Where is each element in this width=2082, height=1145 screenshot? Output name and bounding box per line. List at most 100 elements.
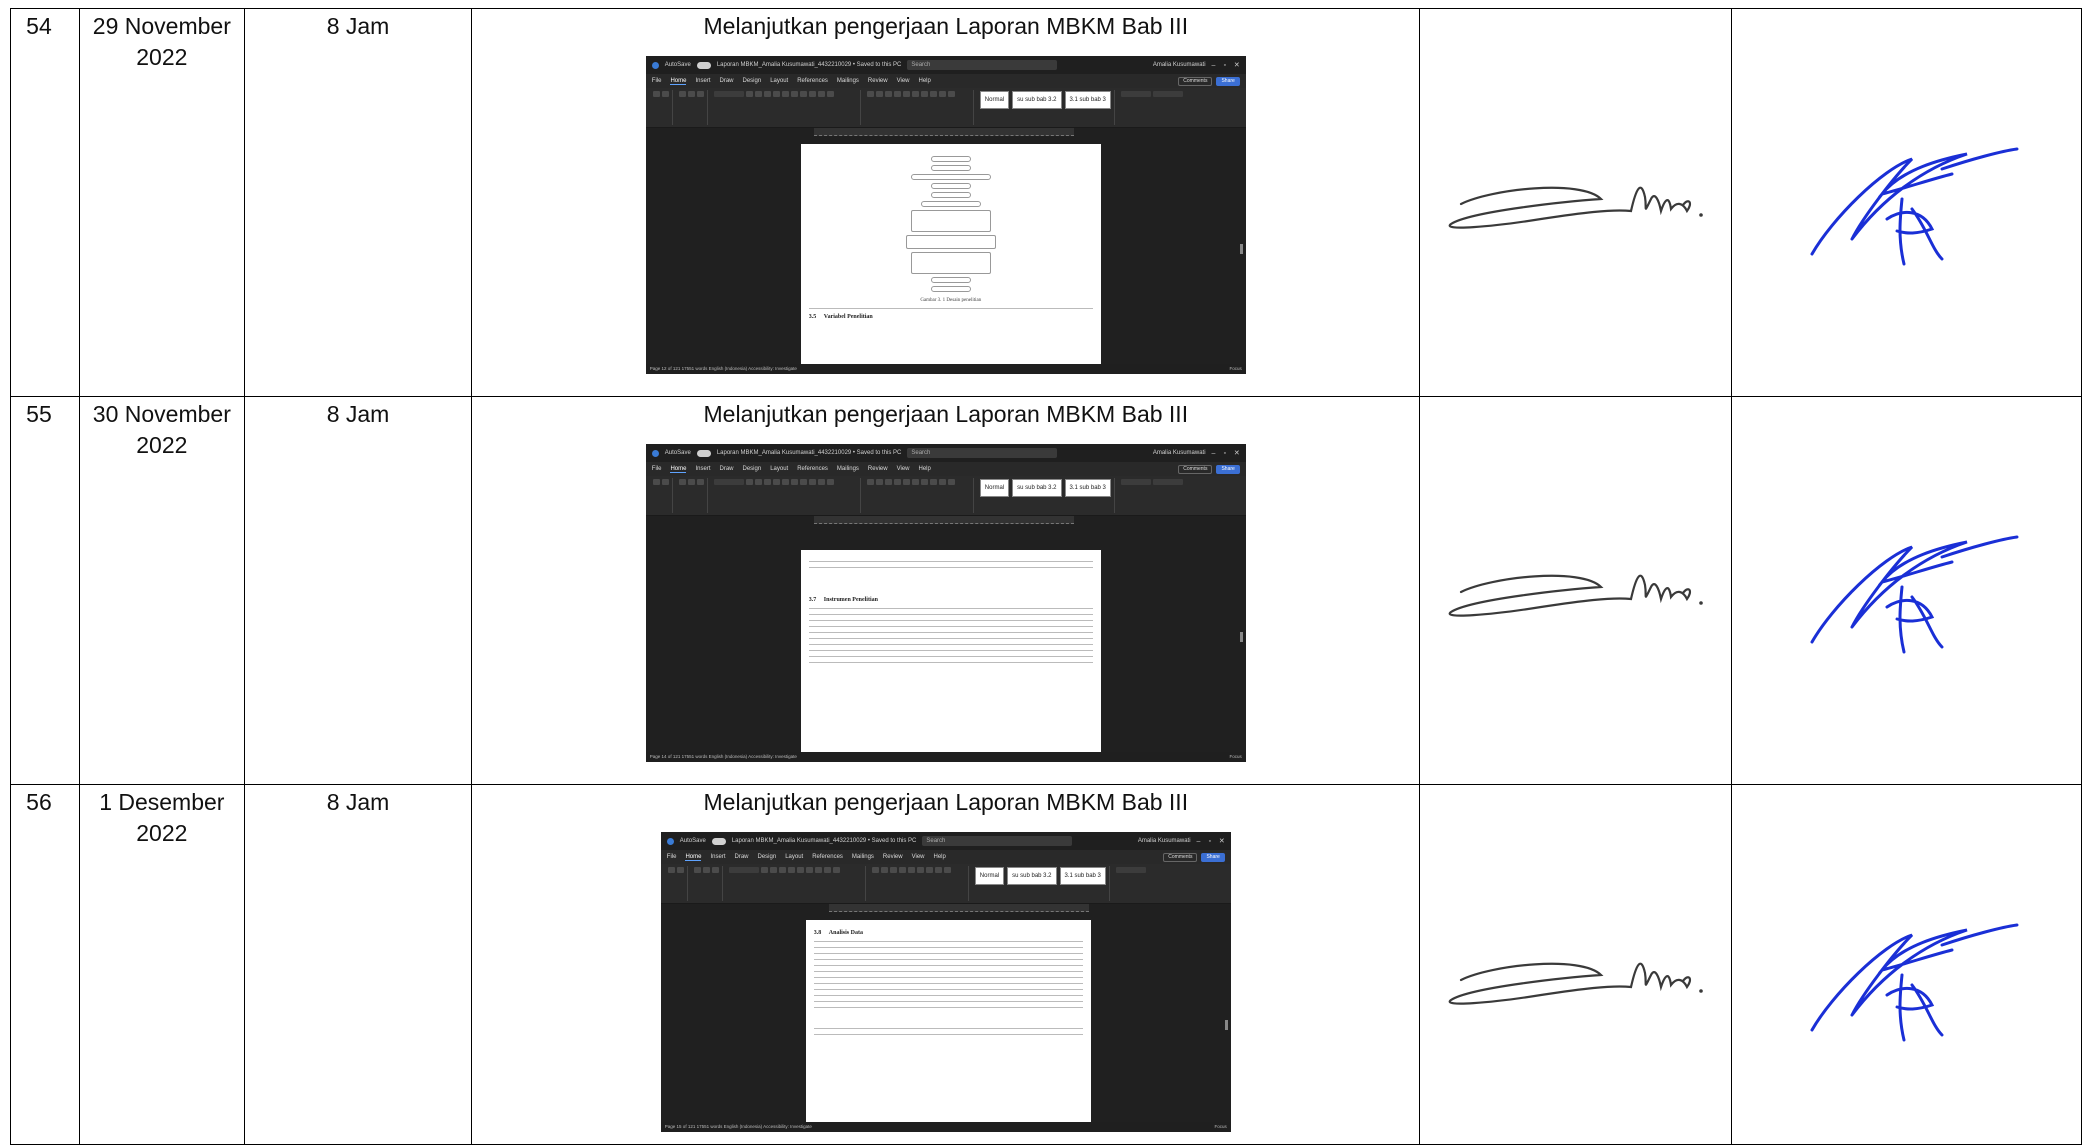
document-page: Gambar 3. 1 Desain penelitian 3.5 Variab… bbox=[800, 144, 1101, 364]
row-duration: 8 Jam bbox=[243, 396, 473, 785]
menu-home: Home bbox=[685, 853, 702, 861]
menu-file: File bbox=[651, 78, 662, 84]
focus-label: Focus bbox=[1229, 365, 1242, 371]
row-activity: Melanjutkan pengerjaan Laporan MBKM Bab … bbox=[703, 401, 1189, 427]
activity-log-table: 54 29 November 2022 8 Jam Melanjutkan pe… bbox=[10, 8, 2082, 1145]
lecturer-signature-cell bbox=[1731, 784, 2082, 1145]
doc-title: Laporan MBKM_Amalia Kusumawati_443221002… bbox=[716, 62, 902, 68]
word-logo-icon bbox=[651, 61, 659, 69]
menu-draw: Draw bbox=[734, 854, 749, 860]
word-screenshot: AutoSave Laporan MBKM_Amalia Kusumawati_… bbox=[660, 832, 1231, 1132]
section-heading: 3.5 Variabel Penelitian bbox=[808, 314, 873, 320]
word-menubar: File Home Insert Draw Design Layout Refe… bbox=[645, 462, 1246, 476]
word-screenshot: AutoSave Laporan MBKM_Amalia Kusumawati_… bbox=[645, 56, 1246, 374]
style-sub-bab-3-2: su sub bab 3.2 bbox=[1012, 479, 1062, 497]
style-sub-bab-3: 3.1 sub bab 3 bbox=[1064, 91, 1111, 109]
share-button: Share bbox=[1216, 464, 1240, 474]
user-name: Amalia Kusumawati bbox=[1152, 62, 1206, 68]
menu-layout: Layout bbox=[785, 854, 804, 860]
search-input: Search bbox=[907, 60, 1058, 70]
word-titlebar: AutoSave Laporan MBKM_Amalia Kusumawati_… bbox=[660, 832, 1231, 850]
window-controls: – ▫ ✕ bbox=[1196, 837, 1225, 845]
window-controls: – ▫ ✕ bbox=[1211, 61, 1240, 69]
search-input: Search bbox=[922, 836, 1073, 846]
menu-view: View bbox=[896, 466, 910, 472]
menu-help: Help bbox=[918, 466, 931, 472]
autosave-label: AutoSave bbox=[679, 838, 706, 844]
word-logo-icon bbox=[651, 449, 659, 457]
menu-references: References bbox=[797, 466, 828, 472]
share-button: Share bbox=[1201, 852, 1225, 862]
style-sub-bab-3-2: su sub bab 3.2 bbox=[1012, 91, 1062, 109]
style-sub-bab-3-2: su sub bab 3.2 bbox=[1007, 867, 1057, 885]
status-text: Page 15 of 121 17551 words English (Indo… bbox=[664, 1123, 812, 1129]
menu-view: View bbox=[911, 854, 925, 860]
word-statusbar: Page 14 of 121 17551 words English (Indo… bbox=[645, 752, 1246, 762]
doc-title: Laporan MBKM_Amalia Kusumawati_443221002… bbox=[731, 838, 917, 844]
doc-title: Laporan MBKM_Amalia Kusumawati_443221002… bbox=[716, 450, 902, 456]
menu-file: File bbox=[666, 854, 677, 860]
word-statusbar: Page 12 of 121 17551 words English (Indo… bbox=[645, 364, 1246, 374]
word-titlebar: AutoSave Laporan MBKM_Amalia Kusumawati_… bbox=[645, 56, 1246, 74]
row-activity-cell: Melanjutkan pengerjaan Laporan MBKM Bab … bbox=[471, 396, 1421, 785]
row-duration: 8 Jam bbox=[243, 8, 473, 397]
figure-caption: Gambar 3. 1 Desain penelitian bbox=[920, 298, 982, 303]
signature-student bbox=[1448, 574, 1703, 617]
menu-home: Home bbox=[670, 77, 687, 85]
signature-lecturer bbox=[1810, 923, 2019, 1042]
menu-insert: Insert bbox=[695, 78, 711, 84]
row-activity: Melanjutkan pengerjaan Laporan MBKM Bab … bbox=[703, 13, 1189, 39]
autosave-toggle bbox=[711, 837, 726, 845]
menu-references: References bbox=[812, 854, 843, 860]
comments-button: Comments bbox=[1163, 852, 1198, 862]
autosave-label: AutoSave bbox=[664, 450, 691, 456]
word-statusbar: Page 15 of 121 17551 words English (Indo… bbox=[660, 1122, 1231, 1132]
word-ribbon: Normal su sub bab 3.2 3.1 sub bab 3 bbox=[660, 864, 1231, 904]
user-name: Amalia Kusumawati bbox=[1152, 450, 1206, 456]
document-area: 3.7 Instrumen Penelitian bbox=[645, 532, 1246, 752]
menu-help: Help bbox=[933, 854, 946, 860]
row-duration: 8 Jam bbox=[243, 784, 473, 1145]
document-page: 3.8 Analisis Data bbox=[805, 920, 1091, 1122]
table-row: 54 29 November 2022 8 Jam Melanjutkan pe… bbox=[10, 8, 2082, 397]
comments-button: Comments bbox=[1178, 76, 1213, 86]
menu-review: Review bbox=[867, 466, 888, 472]
autosave-toggle bbox=[696, 449, 711, 457]
menu-design: Design bbox=[742, 466, 762, 472]
menu-review: Review bbox=[882, 854, 903, 860]
autosave-label: AutoSave bbox=[664, 62, 691, 68]
user-name: Amalia Kusumawati bbox=[1137, 838, 1191, 844]
flowchart bbox=[891, 156, 1011, 292]
ruler bbox=[828, 904, 1089, 912]
signature-lecturer bbox=[1810, 535, 2019, 654]
style-sub-bab-3: 3.1 sub bab 3 bbox=[1064, 479, 1111, 497]
menu-mailings: Mailings bbox=[836, 466, 859, 472]
menu-review: Review bbox=[867, 78, 888, 84]
row-activity-cell: Melanjutkan pengerjaan Laporan MBKM Bab … bbox=[471, 784, 1421, 1145]
word-ribbon: Normal su sub bab 3.2 3.1 sub bab 3 bbox=[645, 88, 1246, 128]
menu-layout: Layout bbox=[770, 78, 789, 84]
lecturer-signature-cell bbox=[1731, 396, 2082, 785]
ruler bbox=[813, 516, 1074, 524]
document-area: Gambar 3. 1 Desain penelitian 3.5 Variab… bbox=[645, 144, 1246, 364]
word-menubar: File Home Insert Draw Design Layout Refe… bbox=[660, 850, 1231, 864]
menu-references: References bbox=[797, 78, 828, 84]
document-area: 3.8 Analisis Data bbox=[660, 920, 1231, 1122]
lecturer-signature-cell bbox=[1731, 8, 2082, 397]
row-number: 56 bbox=[10, 784, 80, 1145]
menu-design: Design bbox=[742, 78, 762, 84]
row-activity: Melanjutkan pengerjaan Laporan MBKM Bab … bbox=[703, 789, 1189, 815]
word-screenshot: AutoSave Laporan MBKM_Amalia Kusumawati_… bbox=[645, 444, 1246, 762]
autosave-toggle bbox=[696, 61, 711, 69]
menu-design: Design bbox=[757, 854, 777, 860]
section-heading: 3.7 Instrumen Penelitian bbox=[808, 597, 878, 603]
word-logo-icon bbox=[666, 837, 674, 845]
menu-home: Home bbox=[670, 465, 687, 473]
style-normal: Normal bbox=[979, 91, 1010, 109]
menu-draw: Draw bbox=[719, 78, 734, 84]
menu-view: View bbox=[896, 78, 910, 84]
word-ribbon: Normal su sub bab 3.2 3.1 sub bab 3 bbox=[645, 476, 1246, 516]
word-titlebar: AutoSave Laporan MBKM_Amalia Kusumawati_… bbox=[645, 444, 1246, 462]
focus-label: Focus bbox=[1214, 1123, 1227, 1129]
menu-mailings: Mailings bbox=[851, 854, 874, 860]
